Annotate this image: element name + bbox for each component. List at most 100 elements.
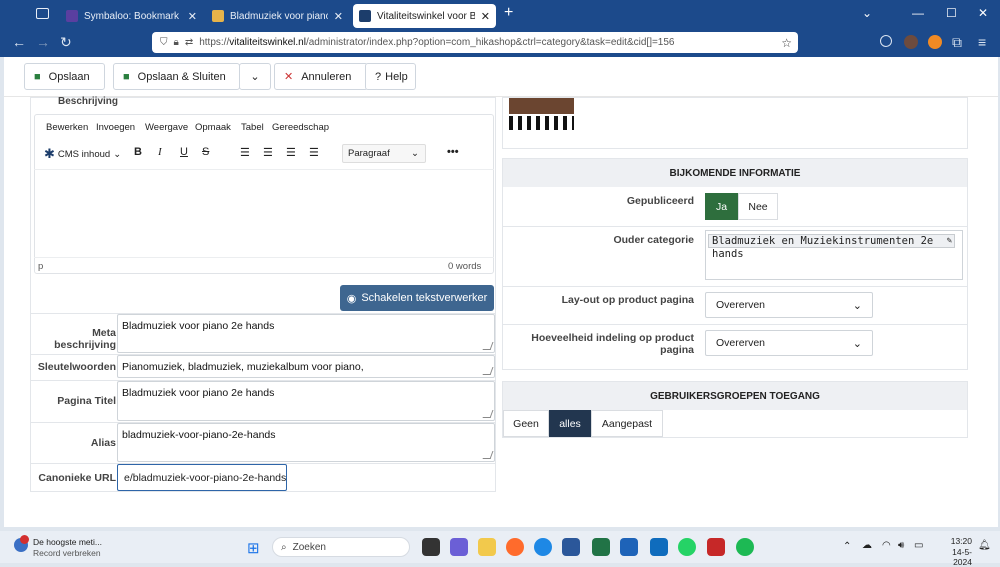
layout-select[interactable]: Overerven ⌄ [705,292,873,318]
access-none-button[interactable]: Geen [503,410,549,437]
strikethrough-icon[interactable]: S [202,146,209,158]
resize-handle-icon[interactable] [482,451,494,459]
cms-content-dropdown[interactable]: ✱ CMS inhoud ⌄ [44,146,121,162]
filezilla-icon[interactable] [707,538,725,556]
editor-menu-tools[interactable]: Gereedschap [272,122,329,133]
edge-icon[interactable] [534,538,552,556]
alias-field[interactable]: bladmuziek-voor-piano-2e-hands [117,423,495,462]
more-options-icon[interactable]: ••• [447,146,459,158]
close-tab-icon[interactable]: ✕ [481,10,490,23]
browser-tab-vitaliteitswinkel[interactable]: Vitaliteitswinkel voor Bloesemremedies ✕ [353,4,496,28]
underline-icon[interactable]: U [180,146,188,158]
page-title-field[interactable]: Bladmuziek voor piano 2e hands [117,381,495,421]
editor-menu-table[interactable]: Tabel [241,122,264,133]
forward-icon[interactable]: → [36,34,50,50]
close-tab-icon[interactable]: ✕ [188,10,197,23]
parent-category-chip[interactable]: Bladmuziek en Muziekinstrumenten 2e ✎ [708,234,955,248]
windows-start-icon[interactable]: ⊞ [247,539,260,557]
close-tab-icon[interactable]: ✕ [334,10,343,23]
save-close-button[interactable]: ■ Opslaan & Sluiten [113,63,240,90]
tray-chevron-up-icon[interactable]: ⌃ [843,541,851,552]
toggle-editor-button[interactable]: ◉ Schakelen tekstverwerker [340,285,494,311]
extra-info-heading: BIJKOMENDE INFORMATIE [503,159,967,187]
chevron-down-icon: ⌄ [113,148,122,160]
browser-tab-bladmuziek[interactable]: Bladmuziek voor piano 2e hands ✕ [206,4,349,28]
editor-menu-edit[interactable]: Bewerken [46,122,88,133]
align-left-icon[interactable]: ☰ [240,146,250,159]
maximize-icon[interactable]: ☐ [946,6,957,20]
align-right-icon[interactable]: ☰ [286,146,296,159]
notification-title[interactable]: De hoogste meti... [33,537,102,547]
close-window-icon[interactable]: ✕ [978,6,988,20]
rich-text-editor[interactable] [34,114,494,274]
canonical-url-field[interactable]: e/bladmuziek-voor-piano-2e-hands [117,464,287,491]
access-custom-button[interactable]: Aangepast [591,410,663,437]
editor-menu-format[interactable]: Opmaak [195,122,231,133]
edit-pencil-icon[interactable]: ✎ [947,235,952,247]
spotify-icon[interactable] [736,538,754,556]
firefox-icon[interactable] [506,538,524,556]
minimize-icon[interactable]: — [912,6,924,20]
shield-icon: ⛉ [160,37,168,48]
extensions-puzzle-icon[interactable]: ⧉ [952,34,962,51]
notifications-bell-icon[interactable]: 🔔︎ [978,540,991,551]
new-tab-icon[interactable]: + [504,4,513,22]
whatsapp-icon[interactable] [678,538,696,556]
quantity-layout-select[interactable]: Overerven ⌄ [705,330,873,356]
url-bar[interactable]: ⛉ 🔒︎ ⇄ https://vitaliteitswinkel.nl/admi… [152,32,798,53]
toggle-editor-label: Schakelen tekstverwerker [361,292,488,304]
resize-handle-icon[interactable] [482,342,494,350]
pocket-icon[interactable] [880,35,892,47]
extension-badge-icon[interactable] [928,35,942,49]
task-view-icon[interactable] [422,538,440,556]
clock-time[interactable]: 13:20 [934,536,972,546]
save-options-dropdown[interactable]: ⌄ [239,63,271,90]
store-icon[interactable] [620,538,638,556]
word-icon[interactable] [562,538,580,556]
eye-icon: ◉ [346,292,357,305]
taskbar-search[interactable]: ⌕ Zoeken [272,537,410,557]
excel-icon[interactable] [592,538,610,556]
category-image[interactable] [509,98,574,138]
help-button[interactable]: ? Help [365,63,416,90]
align-center-icon[interactable]: ☰ [263,146,273,159]
cms-content-label: CMS inhoud [57,148,111,160]
save-button[interactable]: ■ Opslaan [24,63,105,90]
editor-menu-view[interactable]: Weergave [145,122,188,133]
tab-list-icon[interactable] [36,8,49,19]
published-yes-button[interactable]: Ja [705,193,738,220]
parent-category-value-wrap: hands [712,248,744,260]
extension-icon[interactable] [904,35,918,49]
access-heading: GEBRUIKERSGROEPEN TOEGANG [503,382,967,410]
teams-chat-icon[interactable] [450,538,468,556]
access-all-button[interactable]: alles [549,410,591,437]
meta-description-field[interactable]: Bladmuziek voor piano 2e hands [117,314,495,353]
bookmark-star-icon[interactable]: ☆ [781,36,792,50]
tab-overflow-chevron-icon[interactable]: ⌄ [862,6,872,20]
back-icon[interactable]: ← [12,34,26,50]
chevron-down-icon: ⌄ [411,148,419,159]
keywords-field[interactable]: Pianomuziek, bladmuziek, muziekalbum voo… [117,355,495,378]
volume-icon[interactable]: 🔊︎ [898,540,904,551]
bold-icon[interactable]: B [134,146,142,158]
onedrive-icon[interactable]: ☁ [862,540,872,551]
paragraph-format-select[interactable]: Paragraaf ⌄ [342,144,426,163]
battery-icon[interactable]: ▭ [914,540,923,551]
italic-icon[interactable]: I [158,146,162,158]
reload-icon[interactable]: ↻ [60,34,72,51]
clock-date[interactable]: 14-5-2024 [934,547,972,567]
joomla-favicon-icon [359,10,371,22]
page-title-label: Pagina Titel [57,395,116,407]
resize-handle-icon[interactable] [482,410,494,418]
editor-menu-insert[interactable]: Invoegen [96,122,135,133]
cancel-button[interactable]: ✕ Annuleren [274,63,368,90]
canonical-url-label: Canonieke URL [38,472,116,484]
published-no-button[interactable]: Nee [738,193,778,220]
file-explorer-icon[interactable] [478,538,496,556]
mail-icon[interactable] [650,538,668,556]
menu-icon[interactable]: ≡ [978,34,986,50]
resize-handle-icon[interactable] [482,367,494,375]
wifi-icon[interactable]: ◠ [882,540,891,551]
browser-tab-symbaloo[interactable]: Symbaloo: Bookmark Manager ✕ [60,4,203,28]
align-justify-icon[interactable]: ☰ [309,146,319,159]
